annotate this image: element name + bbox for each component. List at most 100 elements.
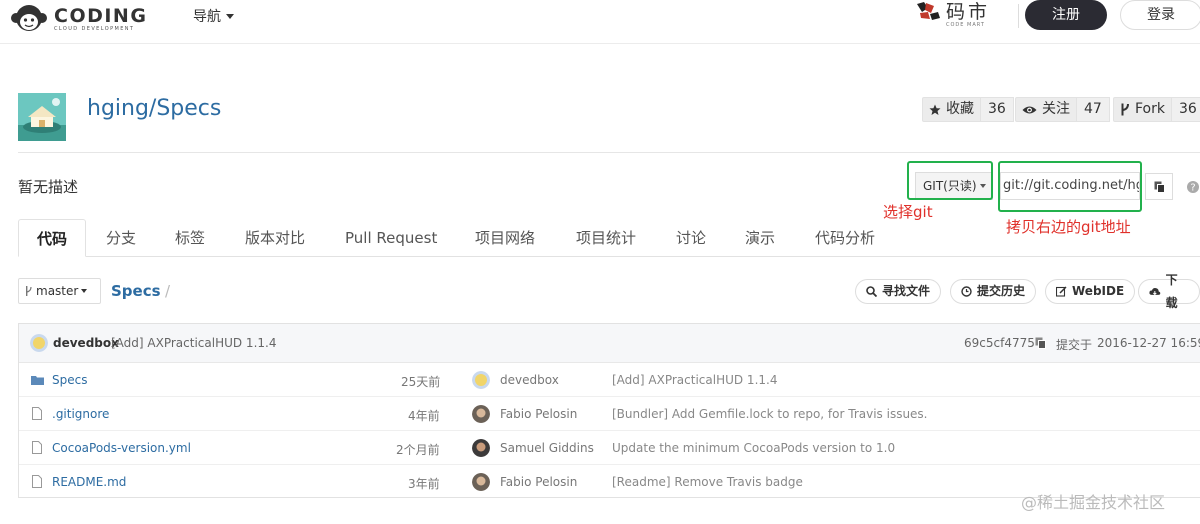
fork-button[interactable]: Fork 36	[1113, 97, 1200, 122]
commit-time-label: 提交于	[1056, 338, 1093, 352]
file-table: devedbox [Add] AXPracticalHUD 1.1.4 69c5…	[18, 323, 1200, 498]
file-author[interactable]: Fabio Pelosin	[500, 475, 577, 489]
watch-button[interactable]: 关注 47	[1015, 97, 1110, 122]
caret-down-icon	[226, 14, 234, 19]
top-navbar: CODING CLOUD DEVELOPMENT 导航 码市 CODE MART…	[0, 0, 1200, 44]
download-button[interactable]: 下载	[1138, 273, 1200, 310]
branch-icon	[26, 286, 32, 296]
file-name[interactable]: CocoaPods-version.yml	[52, 441, 191, 455]
star-count: 36	[981, 97, 1014, 122]
folder-icon	[31, 376, 44, 385]
annotation-highlight-protocol	[907, 161, 993, 200]
header-divider-line	[18, 152, 1200, 153]
watch-label: 关注	[1042, 101, 1070, 117]
table-row[interactable]: .gitignore 4年前 Fabio Pelosin [Bundler] A…	[19, 397, 1200, 431]
fork-label: Fork	[1135, 101, 1165, 117]
star-label: 收藏	[946, 101, 974, 117]
file-age: 4年前	[408, 409, 440, 423]
coding-logo[interactable]: CODING CLOUD DEVELOPMENT	[10, 3, 147, 35]
copy-url-button[interactable]	[1145, 173, 1173, 200]
avatar	[472, 439, 490, 457]
webide-label: WebIDE	[1072, 284, 1125, 298]
code-mart-logo[interactable]: 码市 CODE MART	[914, 0, 990, 28]
file-name[interactable]: .gitignore	[52, 407, 109, 421]
latest-commit-bar: devedbox [Add] AXPracticalHUD 1.1.4 69c5…	[19, 324, 1200, 363]
file-author[interactable]: Fabio Pelosin	[500, 407, 577, 421]
breadcrumb-root[interactable]: Specs	[111, 282, 161, 300]
file-age: 3年前	[408, 477, 440, 491]
commit-hash[interactable]: 69c5cf4775	[964, 336, 1035, 350]
commit-time: 2016-12-27 16:59	[1097, 336, 1200, 350]
file-author[interactable]: devedbox	[500, 373, 559, 387]
copy-icon	[1154, 181, 1165, 193]
file-commit-message[interactable]: [Bundler] Add Gemfile.lock to repo, for …	[612, 407, 928, 421]
tab-branches[interactable]: 分支	[106, 219, 136, 257]
avatar	[472, 473, 490, 491]
help-icon[interactable]: ?	[1186, 180, 1200, 194]
fork-count: 36	[1171, 97, 1200, 122]
commit-author[interactable]: devedbox	[53, 336, 119, 350]
avatar	[472, 405, 490, 423]
logo-subtitle: CLOUD DEVELOPMENT	[54, 25, 135, 32]
repo-avatar	[18, 93, 66, 141]
file-name[interactable]: README.md	[52, 475, 126, 489]
avatar	[30, 334, 48, 352]
svg-text:?: ?	[1190, 183, 1195, 194]
commit-history-button[interactable]: 提交历史	[950, 279, 1037, 304]
tab-code-analysis[interactable]: 代码分析	[815, 219, 875, 257]
fork-icon	[1121, 103, 1129, 116]
tab-pull-request[interactable]: Pull Request	[345, 219, 437, 257]
code-mart-title: 码市	[946, 1, 991, 23]
history-icon	[961, 286, 972, 297]
register-button[interactable]: 注册	[1025, 0, 1107, 30]
star-icon	[929, 104, 941, 115]
file-author[interactable]: Samuel Giddins	[500, 441, 594, 455]
code-mart-badge-icon	[917, 2, 940, 20]
monkey-logo-icon	[11, 5, 47, 31]
tab-tags[interactable]: 标签	[175, 219, 205, 257]
repo-description: 暂无描述	[18, 178, 79, 196]
branch-name: master	[36, 284, 79, 298]
nav-dropdown-label: 导航	[193, 9, 221, 25]
commit-message[interactable]: [Add] AXPracticalHUD 1.1.4	[111, 336, 276, 350]
tab-discussion[interactable]: 讨论	[676, 219, 706, 257]
find-file-button[interactable]: 寻找文件	[855, 279, 942, 304]
breadcrumb-separator: /	[165, 282, 171, 300]
edit-icon	[1056, 286, 1067, 297]
caret-down-icon	[81, 289, 88, 293]
webide-button[interactable]: WebIDE	[1045, 279, 1136, 304]
file-icon	[32, 407, 42, 420]
tab-demo[interactable]: 演示	[745, 219, 775, 257]
tab-code[interactable]: 代码	[18, 219, 87, 257]
commit-history-label: 提交历史	[977, 284, 1026, 298]
repo-title[interactable]: hging/Specs	[87, 96, 221, 121]
file-commit-message[interactable]: Update the minimum CocoaPods version to …	[612, 441, 895, 455]
file-icon	[32, 441, 42, 454]
tab-network[interactable]: 项目网络	[475, 219, 535, 257]
repo-tabs: 代码 分支 标签 版本对比 Pull Request 项目网络 项目统计 讨论 …	[18, 219, 1200, 257]
watch-count: 47	[1077, 97, 1110, 122]
annotation-highlight-url	[998, 161, 1142, 212]
download-label: 下载	[1165, 272, 1178, 310]
code-mart-subtitle: CODE MART	[946, 22, 985, 28]
star-button[interactable]: 收藏 36	[922, 97, 1014, 122]
watermark: @稀土掘金技术社区	[1021, 493, 1166, 512]
file-commit-message[interactable]: [Readme] Remove Travis badge	[612, 475, 803, 489]
file-age: 25天前	[401, 375, 441, 389]
file-name[interactable]: Specs	[52, 373, 87, 387]
file-age: 2个月前	[396, 443, 440, 457]
avatar	[472, 371, 490, 389]
table-row[interactable]: Specs 25天前 devedbox [Add] AXPracticalHUD…	[19, 363, 1200, 397]
find-file-label: 寻找文件	[882, 284, 931, 298]
tab-compare[interactable]: 版本对比	[245, 219, 305, 257]
nav-dropdown[interactable]: 导航	[193, 6, 234, 26]
table-row[interactable]: CocoaPods-version.yml 2个月前 Samuel Giddin…	[19, 431, 1200, 465]
tab-stats[interactable]: 项目统计	[576, 219, 636, 257]
file-icon	[32, 475, 42, 488]
cloud-download-icon	[1149, 287, 1161, 295]
branch-select[interactable]: master	[18, 278, 101, 304]
login-button[interactable]: 登录	[1120, 0, 1200, 30]
header-divider	[1018, 4, 1019, 28]
copy-icon[interactable]	[1035, 337, 1046, 349]
file-commit-message[interactable]: [Add] AXPracticalHUD 1.1.4	[612, 373, 777, 387]
